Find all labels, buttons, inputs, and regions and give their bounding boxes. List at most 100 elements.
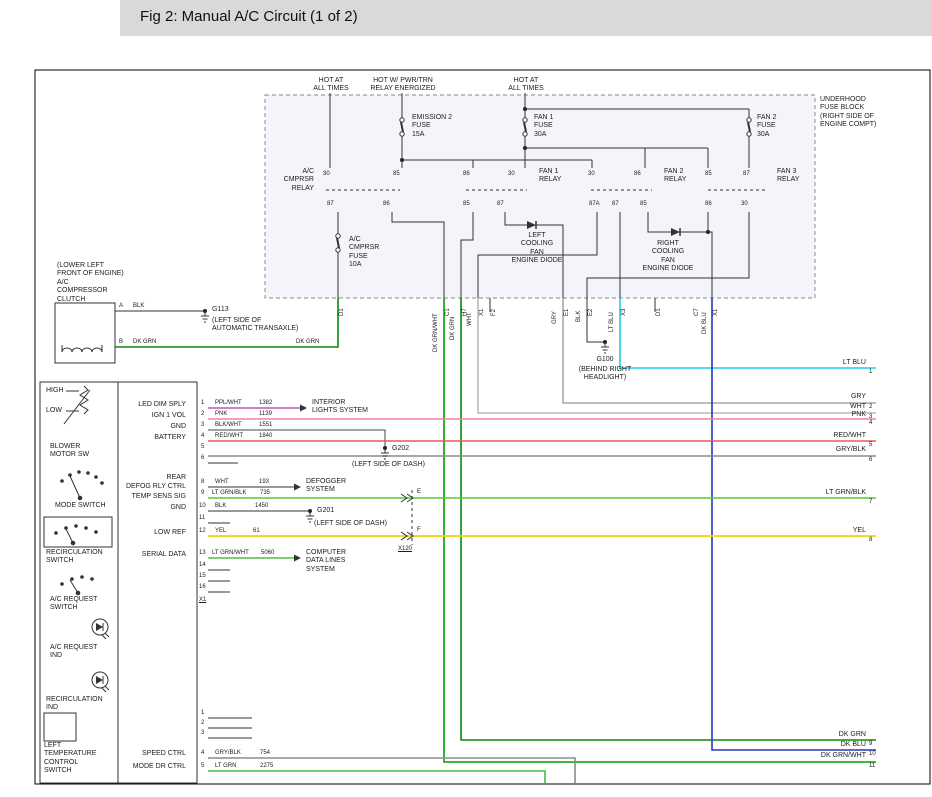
fuse-icon (336, 234, 340, 238)
diagram-text: D1 (656, 308, 663, 316)
diagram-text: GRY (851, 393, 866, 401)
diagram-text: DK GRN (839, 731, 866, 739)
diagram-text: 735 (260, 490, 270, 497)
arrow-icon (300, 405, 307, 412)
diagram-text: B (119, 339, 123, 346)
diagram-text: 86 (705, 201, 712, 208)
diagram-text: 5 (869, 442, 872, 449)
diagram-text: YEL (215, 528, 226, 535)
fuse-icon (400, 132, 404, 136)
diagram-text: DK BLU (702, 312, 709, 334)
diagram-text: 87 (497, 201, 504, 208)
diagram-text: 30 (323, 171, 330, 178)
diagram-text: HOT W/ PWR/TRN RELAY ENERGIZED (370, 77, 435, 94)
led-indicator-icon (102, 688, 106, 692)
diagram-text: FAN 2 FUSE 30A (757, 114, 776, 139)
diagram-text: 8 (869, 537, 872, 544)
diagram-text: 4 (201, 433, 204, 440)
diagram-text: DK GRN/WHT (433, 313, 440, 352)
diagram-text: HOT AT ALL TIMES (313, 77, 348, 94)
diagram-text: 87 (327, 201, 334, 208)
diagram-text: LT GRN (215, 763, 236, 770)
diagram-text: X1 (713, 309, 720, 316)
diagram-text: (LEFT SIDE OF AUTOMATIC TRANSAXLE) (212, 317, 298, 334)
diagram-text: 193 (259, 479, 269, 486)
diagram-text: 9 (201, 490, 204, 497)
diagram-text: F2 (491, 309, 498, 316)
led-indicator-icon (102, 635, 106, 639)
diagram-text: 6 (869, 457, 872, 464)
diagram-text: 1 (201, 710, 204, 717)
diagram-text: BLK (133, 303, 144, 310)
compressor-coil-icon (62, 345, 102, 352)
wire (461, 298, 876, 740)
diagram-text: 85 (705, 171, 712, 178)
diagram-text: 754 (260, 750, 270, 757)
diagram-text: DK GRN (133, 339, 156, 346)
junction-dot (400, 158, 404, 162)
mode-switch-icon (61, 471, 104, 500)
diagram-text: PNK (852, 411, 866, 419)
diagram-text: LT BLU (843, 359, 866, 367)
diagram-text: 7 (869, 499, 872, 506)
diagram-text: 85 (393, 171, 400, 178)
diagram-text: SPEED CTRL (142, 750, 186, 758)
blower-switch-icon (64, 386, 90, 424)
diagram-text: DK GRN/WHT (821, 752, 866, 760)
diagram-text: C7 (694, 308, 701, 316)
diagram-text: RED/WHT (215, 433, 243, 440)
diagram-text: 1450 (255, 503, 268, 510)
diagram-text: 13 (199, 550, 206, 557)
diagram-text: 2 (201, 411, 204, 418)
diagram-text: PPL/WHT (215, 400, 242, 407)
fuse-icon (747, 118, 751, 122)
diagram-text: BATTERY (154, 434, 186, 442)
diagram-text: GRY/BLK (215, 750, 241, 757)
recirc-switch-icon (55, 525, 98, 545)
diagram-text: UNDERHOOD FUSE BLOCK (RIGHT SIDE OF ENGI… (820, 96, 876, 130)
diagram-text: FAN 1 RELAY (539, 168, 561, 185)
diagram-text: D1 (339, 308, 346, 316)
wire (208, 771, 545, 783)
diagram-text: E1 (564, 309, 571, 316)
diagram-text: 30 (508, 171, 515, 178)
diagram-text: (LOWER LEFT FRONT OF ENGINE) A/C COMPRES… (57, 262, 124, 304)
diagram-text: BLK (215, 503, 226, 510)
diagram-text: LT GRN/WHT (212, 550, 249, 557)
diagram-text: WHT (467, 312, 474, 326)
recirc-switch-box (44, 517, 112, 547)
diagram-text: 1382 (259, 400, 272, 407)
diagram-text: GRY (552, 311, 559, 324)
diagram-text: FAN 1 FUSE 30A (534, 114, 553, 139)
diagram-text: X3 (621, 309, 628, 316)
diagram-text: MODE SWITCH (55, 502, 106, 510)
led-indicator-icon (105, 633, 109, 637)
diagram-text: 4 (201, 750, 204, 757)
diagram-text: WHT (215, 479, 229, 486)
diagram-text: GRY/BLK (836, 446, 866, 454)
led-indicator-icon (105, 686, 109, 690)
diagram-text: DK GRN (450, 317, 457, 340)
diagram-text: 8 (201, 479, 204, 486)
diagram-text: 86 (463, 171, 470, 178)
diagram-text: LEFT TEMPERATURE CONTROL SWITCH (44, 742, 96, 776)
diagram-text: 9 (869, 741, 872, 748)
diagram-text: BLK (576, 311, 583, 322)
diagram-text: 5 (201, 444, 204, 451)
diagram-text: LOW (46, 407, 62, 415)
diagram-text: 87A (589, 201, 600, 208)
diagram-text: LT GRN/BLK (212, 490, 246, 497)
junction-dot (523, 146, 527, 150)
diagram-text: 10 (869, 751, 876, 758)
diagram-text: REAR (167, 474, 186, 482)
diagram-text: 1 (201, 400, 204, 407)
diagram-text: 16 (199, 584, 206, 591)
diagram-text: LEFT COOLING FAN ENGINE DIODE (512, 232, 563, 266)
diagram-text: GND (170, 423, 186, 431)
fuse-icon (400, 118, 404, 122)
diagram-text: E2 (588, 309, 595, 316)
diagram-text: (BEHIND RIGHT HEADLIGHT) (579, 366, 632, 383)
diagram-text: (LEFT SIDE OF DASH) (314, 520, 387, 528)
compressor-clutch-box (55, 303, 115, 363)
arrow-icon (294, 555, 301, 562)
